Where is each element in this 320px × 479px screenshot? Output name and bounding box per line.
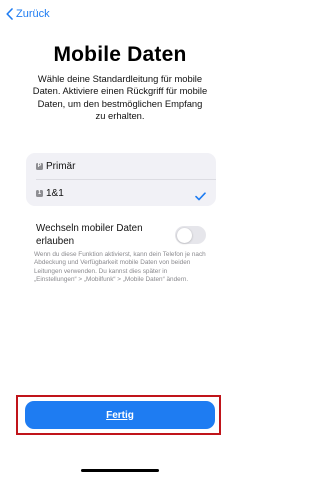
line-option-label: 1&1 bbox=[46, 187, 64, 199]
sim-card-icon: 1 bbox=[36, 189, 43, 197]
line-option-1und1[interactable]: 1 1&1 bbox=[26, 180, 216, 206]
sim-card-icon: P bbox=[36, 162, 43, 170]
back-button[interactable]: Zurück bbox=[6, 5, 50, 23]
line-option-label: Primär bbox=[46, 160, 76, 172]
back-label: Zurück bbox=[16, 8, 50, 20]
line-option-primary[interactable]: P Primär bbox=[26, 153, 216, 179]
toggle-knob bbox=[176, 227, 192, 243]
chevron-left-icon bbox=[6, 8, 13, 20]
data-switching-toggle[interactable] bbox=[175, 226, 206, 244]
data-line-list: P Primär 1 1&1 bbox=[26, 153, 216, 206]
data-switching-label: Wechseln mobiler Daten erlauben bbox=[36, 223, 143, 247]
home-indicator bbox=[81, 469, 159, 472]
page-title: Mobile Daten bbox=[53, 43, 187, 66]
page-description: Wähle deine Standardleitung für mobile D… bbox=[32, 73, 208, 122]
done-button[interactable]: Fertig bbox=[25, 401, 215, 429]
data-switching-footnote: Wenn du diese Funktion aktivierst, kann … bbox=[34, 251, 206, 284]
checkmark-icon bbox=[195, 188, 206, 206]
